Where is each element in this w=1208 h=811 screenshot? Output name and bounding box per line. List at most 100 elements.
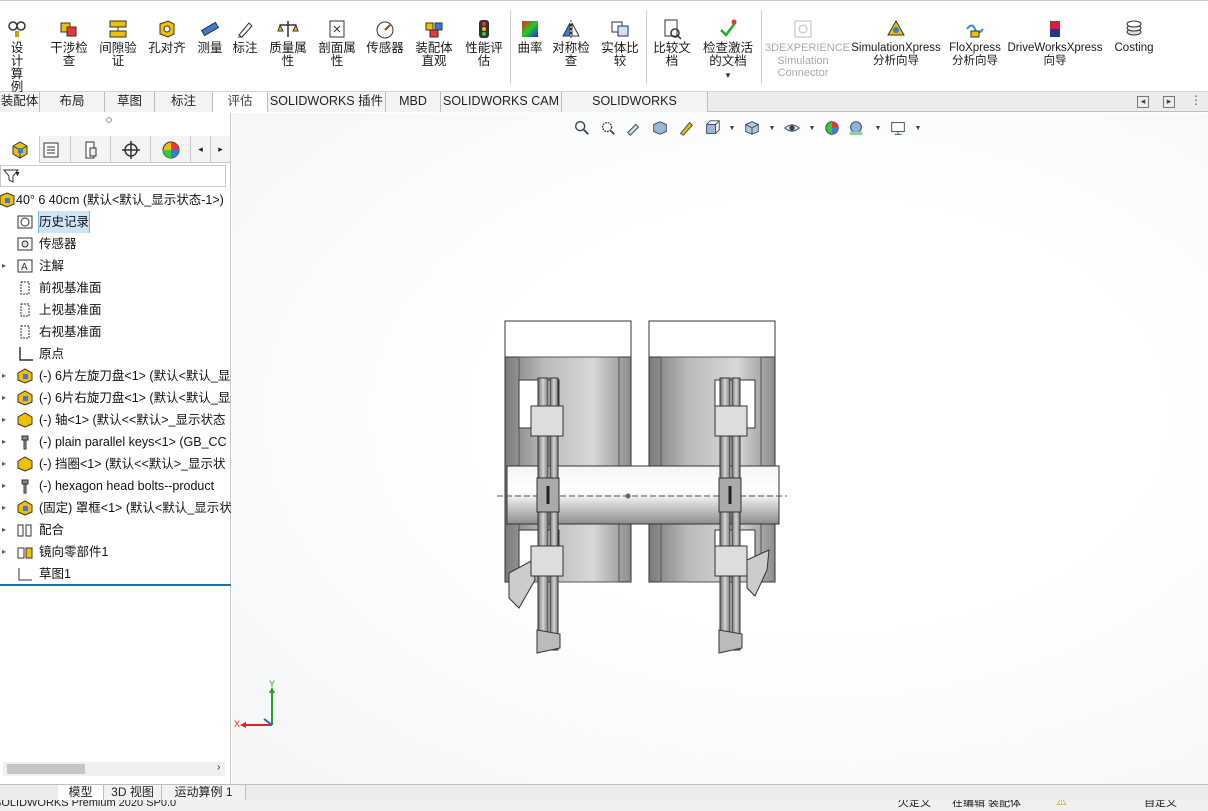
tab-solidworks-addins[interactable]: SOLIDWORKS 插件 — [268, 92, 386, 112]
previous-view-icon[interactable] — [624, 119, 644, 139]
costing-button[interactable]: Costing — [1108, 18, 1160, 55]
expand-arrow-icon[interactable]: ▸ — [2, 431, 6, 453]
apply-scene-dropdown-icon[interactable]: ▼ — [868, 119, 888, 139]
interference-button[interactable]: 干涉检查 — [46, 18, 92, 68]
view-orientation-icon[interactable] — [702, 119, 722, 139]
tree-item[interactable]: 右视基准面 — [0, 321, 231, 343]
tree-item[interactable]: ▸ (固定) 罩框<1> (默认<默认_显示状 — [0, 497, 231, 519]
performance-button[interactable]: 性能评估 — [462, 18, 506, 68]
check-active-button[interactable]: 检查激活的文档 ▼ — [699, 18, 757, 82]
tree-item[interactable]: ▸ (-) plain parallel keys<1> (GB_CC — [0, 431, 231, 453]
3dexperience-connector-button[interactable]: 3DEXPERIENCE Simulation Connector — [764, 18, 850, 80]
driveworks-button[interactable]: DriveWorksXpress 向导 — [1006, 18, 1104, 67]
display-style-dropdown-icon[interactable]: ▼ — [762, 119, 782, 139]
hole-align-button[interactable]: 孔对齐 — [145, 18, 189, 55]
left-rotor-housing[interactable] — [504, 320, 632, 583]
expand-arrow-icon[interactable]: ▸ — [2, 453, 6, 475]
assembly-visualization-button[interactable]: 装配体直观 — [411, 18, 457, 68]
tab-dimxpert-manager[interactable] — [111, 136, 151, 163]
rebuild-icon[interactable]: ⚠ — [1056, 800, 1067, 810]
apply-scene-icon[interactable] — [846, 119, 866, 139]
panel-scrollbar[interactable]: › — [3, 762, 225, 776]
body-compare-button[interactable]: 实体比较 — [598, 18, 642, 68]
tab-markup[interactable]: 标注 — [155, 92, 213, 112]
tab-property-manager[interactable] — [31, 136, 71, 163]
assembly-model[interactable] — [497, 318, 797, 668]
right-rotor-housing[interactable] — [648, 320, 776, 583]
performance-icon — [479, 20, 489, 38]
expand-arrow-icon[interactable]: ▸ — [2, 409, 6, 431]
floxpress-button[interactable]: FloXpress 分析向导 — [946, 18, 1004, 67]
tab-assembly[interactable]: 装配体 — [0, 92, 40, 112]
view-orientation-dropdown-icon[interactable]: ▼ — [722, 119, 742, 139]
expand-arrow-icon[interactable]: ▸ — [2, 497, 6, 519]
tree-item[interactable]: 原点 — [0, 343, 231, 365]
section-view-icon[interactable] — [650, 119, 670, 139]
expand-arrow-icon[interactable]: ▸ — [2, 519, 6, 541]
symmetry-button[interactable]: 对称检查 — [549, 18, 593, 68]
expand-arrow-icon[interactable]: ▸ — [2, 387, 6, 409]
expand-arrow-icon[interactable]: ▸ — [2, 541, 6, 563]
simulationxpress-button[interactable]: SimulationXpress 分析向导 — [850, 18, 942, 67]
tab-sketch[interactable]: 草图 — [105, 92, 155, 112]
view-settings-icon[interactable] — [888, 119, 908, 139]
tree-root-assembly[interactable]: 40° 6 40cm (默认<默认_显示状态-1>) — [0, 189, 231, 211]
view-settings-dropdown-icon[interactable]: ▼ — [908, 119, 928, 139]
tree-item[interactable]: ▸ (-) 6片左旋刀盘<1> (默认<默认_显 — [0, 365, 231, 387]
section-properties-button[interactable]: 剖面属性 — [315, 18, 359, 68]
tab-3d-views[interactable]: 3D 视图 — [104, 785, 162, 801]
tab-solidworks-inspection[interactable]: SOLIDWORKS Inspection — [562, 92, 708, 127]
tree-item[interactable]: ▸ (-) 挡圈<1> (默认<<默认>_显示状 — [0, 453, 231, 475]
display-style-icon[interactable] — [742, 119, 762, 139]
edit-appearance-icon[interactable] — [822, 119, 842, 139]
curvature-button[interactable]: 曲率 — [514, 18, 546, 55]
tree-item[interactable]: ▸ (-) 6片右旋刀盘<1> (默认<默认_显 — [0, 387, 231, 409]
panel-scrollbar-thumb[interactable] — [7, 764, 85, 774]
tree-item[interactable]: 传感器 — [0, 233, 231, 255]
scroll-right-icon[interactable]: › — [217, 762, 220, 773]
tab-motion-study[interactable]: 运动算例 1 — [162, 785, 246, 801]
expand-arrow-icon[interactable]: ▸ — [2, 255, 6, 277]
tab-model[interactable]: 模型 — [58, 785, 104, 801]
tree-item[interactable]: ▸ (-) hexagon head bolts--product — [0, 475, 231, 497]
tree-item[interactable]: 上视基准面 — [0, 299, 231, 321]
sensor-button[interactable]: 传感器 — [364, 18, 406, 55]
compare-docs-button[interactable]: 比较文档 — [650, 18, 694, 68]
hide-show-items-icon[interactable] — [782, 119, 802, 139]
hide-show-dropdown-icon[interactable]: ▼ — [802, 119, 822, 139]
annotate-button[interactable]: 标注 — [229, 18, 261, 55]
tab-display-manager[interactable] — [151, 136, 191, 163]
tree-item[interactable]: ▸ 镜向零部件1 — [0, 541, 231, 563]
tree-filter-bar[interactable]: ▼ — [0, 165, 226, 187]
expand-arrow-icon[interactable]: ▸ — [2, 475, 6, 497]
restore-right-icon[interactable]: ▸ — [1163, 96, 1175, 108]
tabs-scroll-left-icon[interactable]: ◂ — [191, 136, 211, 163]
tree-item[interactable]: 前视基准面 — [0, 277, 231, 299]
tab-configuration-manager[interactable] — [71, 136, 111, 163]
restore-left-icon[interactable]: ◂ — [1137, 96, 1149, 108]
tab-layout[interactable]: 布局 — [40, 92, 105, 112]
tree-item[interactable]: ▸ 配合 — [0, 519, 231, 541]
graphics-area[interactable]: ▼ ▼ ▼ ▼ ▼ Y X — [232, 113, 1208, 785]
panel-grip-icon[interactable] — [106, 117, 112, 123]
tab-solidworks-cam[interactable]: SOLIDWORKS CAM — [441, 92, 562, 112]
tree-item[interactable]: 草图1 — [0, 563, 231, 585]
tree-item[interactable]: 历史记录 — [0, 211, 231, 233]
measure-button[interactable]: 测量 — [194, 18, 226, 55]
tree-item[interactable]: ▸ A 注解 — [0, 255, 231, 277]
tab-mbd[interactable]: MBD — [386, 92, 441, 112]
expand-arrow-icon[interactable]: ▸ — [2, 365, 6, 387]
tab-evaluate[interactable]: 评估 — [213, 92, 268, 112]
zoom-to-area-icon[interactable] — [598, 119, 618, 139]
property-manager-icon — [43, 142, 58, 158]
more-options-icon[interactable]: ⋮ — [1190, 93, 1202, 107]
tabs-scroll-right-icon[interactable]: ▸ — [211, 136, 231, 163]
rollback-bar[interactable] — [0, 584, 231, 586]
mass-properties-button[interactable]: 质量属性 — [266, 18, 310, 68]
dynamic-annotation-icon[interactable] — [676, 119, 696, 139]
status-units[interactable]: 自定义 — [1144, 800, 1177, 811]
sensor-label: 传感器 — [366, 41, 404, 55]
clearance-button[interactable]: 间隙验证 — [96, 18, 140, 68]
zoom-to-fit-icon[interactable] — [572, 119, 592, 139]
tree-item[interactable]: ▸ (-) 轴<1> (默认<<默认>_显示状态 — [0, 409, 231, 431]
